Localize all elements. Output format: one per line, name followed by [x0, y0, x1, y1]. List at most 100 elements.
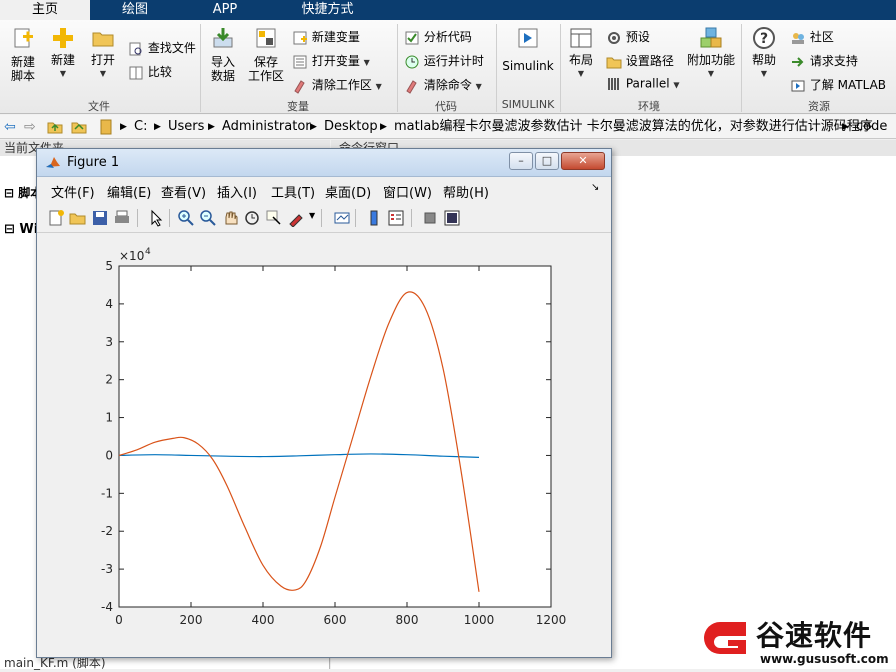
show-plot-tools-icon[interactable] [443, 209, 461, 227]
new-label: 新建 [50, 53, 75, 67]
clear-workspace-label: 清除工作区 [311, 78, 372, 92]
chevron-down-icon: ▼ [375, 82, 382, 91]
community-button[interactable]: 社区 [790, 28, 834, 46]
menu-tools[interactable]: 工具(T) [271, 182, 315, 201]
colorbar-icon[interactable] [365, 209, 383, 227]
chevron-down-icon[interactable]: ▼ [309, 211, 315, 220]
forward-arrow-icon[interactable]: ⇨ [24, 115, 36, 139]
new-script-button[interactable]: 新建 脚本 [6, 26, 40, 83]
pointer-icon[interactable] [147, 209, 165, 227]
parallel-icon [608, 78, 619, 90]
simulink-button[interactable]: Simulink [502, 26, 554, 73]
dock-arrow-icon[interactable]: ↘ [591, 182, 599, 193]
open-button[interactable]: 打开 ▼ [86, 26, 120, 81]
breadcrumb-segment[interactable]: code [856, 115, 887, 139]
new-button[interactable]: 新建 ▼ [46, 26, 80, 81]
figure-titlebar[interactable]: Figure 1 – □ ✕ [37, 149, 611, 177]
compare-label: 比较 [147, 65, 172, 79]
set-path-button[interactable]: 设置路径 [606, 52, 674, 70]
section-environment: 环境 [638, 100, 660, 113]
chevron-right-icon: ▶ [154, 122, 161, 132]
breadcrumb-segment[interactable]: Administrator [222, 115, 311, 139]
breadcrumb-segment[interactable]: Desktop [324, 115, 378, 139]
open-file-icon[interactable] [69, 209, 87, 227]
new-variable-button[interactable]: 新建变量 [292, 28, 360, 46]
link-plot-icon[interactable] [333, 209, 351, 227]
chevron-down-icon: ▼ [363, 58, 370, 67]
compare-button[interactable]: 比较 [128, 63, 172, 81]
zoom-in-icon[interactable] [177, 209, 195, 227]
data-cursor-icon[interactable] [265, 209, 283, 227]
tab-apps[interactable]: APP [180, 0, 270, 20]
zoom-out-icon[interactable] [199, 209, 217, 227]
new-script-icon [14, 28, 33, 48]
tree-node[interactable]: ⊟ Wi [4, 222, 38, 237]
menu-insert[interactable]: 插入(I) [217, 182, 257, 201]
folder-icon [606, 57, 622, 68]
help-button[interactable]: ? 帮助 ▼ [748, 26, 780, 81]
tab-plots[interactable]: 绘图 [90, 0, 180, 20]
back-arrow-icon[interactable]: ⇦ [4, 115, 16, 139]
find-files-button[interactable]: 查找文件 [128, 39, 196, 57]
breadcrumb-segment[interactable]: Users [168, 115, 204, 139]
x-tick-label: 0 [115, 613, 123, 627]
tab-shortcuts[interactable]: 快捷方式 [270, 0, 385, 20]
menu-window[interactable]: 窗口(W) [383, 182, 432, 201]
community-icon [792, 32, 804, 44]
y-tick-label: -3 [101, 562, 113, 576]
legend-icon[interactable] [387, 209, 405, 227]
address-bar: ⇦ ⇨ ▶ C: ▶ Users ▶ Administrator ▶ Deskt… [0, 115, 896, 139]
import-icon [213, 28, 233, 48]
find-files-label: 查找文件 [147, 41, 196, 55]
x-tick-label: 600 [324, 613, 347, 627]
section-file: 文件 [88, 100, 110, 113]
breadcrumb-segment[interactable]: C: [134, 115, 147, 139]
brush-icon[interactable] [287, 209, 305, 227]
save-icon[interactable] [91, 209, 109, 227]
import-data-label: 导入 数据 [210, 55, 235, 83]
tab-home[interactable]: 主页 [0, 0, 90, 20]
gear-icon [608, 31, 620, 44]
figure-window: Figure 1 – □ ✕ 文件(F) 编辑(E) 查看(V) 插入(I) 工… [36, 148, 612, 658]
maximize-button[interactable]: □ [535, 152, 559, 170]
menu-help[interactable]: 帮助(H) [443, 182, 489, 201]
menu-edit[interactable]: 编辑(E) [107, 182, 151, 201]
preferences-button[interactable]: 预设 [606, 28, 650, 46]
y-tick-label: 4 [105, 297, 113, 311]
print-icon[interactable] [113, 209, 131, 227]
menu-file[interactable]: 文件(F) [51, 182, 95, 201]
rotate-3d-icon[interactable] [243, 209, 261, 227]
save-workspace-button[interactable]: 保存 工作区 [246, 26, 286, 83]
addons-button[interactable]: 附加功能 ▼ [686, 26, 736, 81]
parallel-button[interactable]: Parallel ▼ [606, 76, 680, 92]
line-chart[interactable]: 0 200 400 600 800 1000 1200543210-1-2-3-4×10 4 [39, 235, 609, 655]
new-figure-icon[interactable] [47, 209, 65, 227]
minimize-button[interactable]: – [509, 152, 533, 170]
hide-plot-tools-icon[interactable] [421, 209, 439, 227]
menu-view[interactable]: 查看(V) [161, 182, 206, 201]
open-variable-button[interactable]: 打开变量 ▼ [292, 52, 370, 70]
chevron-down-icon: ▼ [673, 80, 680, 90]
layout-button[interactable]: 布局 ▼ [566, 26, 596, 81]
menu-desktop[interactable]: 桌面(D) [325, 182, 371, 201]
simulink-icon [518, 28, 538, 48]
import-data-button[interactable]: 导入 数据 [206, 26, 240, 83]
y-tick-label: 3 [105, 335, 113, 349]
run-and-time-button[interactable]: 运行并计时 [404, 52, 484, 70]
learn-matlab-button[interactable]: 了解 MATLAB [790, 76, 886, 94]
save-workspace-icon [256, 28, 276, 48]
up-folder-icon[interactable] [46, 115, 64, 139]
analyze-code-button[interactable]: 分析代码 [404, 28, 472, 46]
clear-workspace-button[interactable]: 清除工作区 ▼ [292, 76, 382, 94]
browse-folder-icon[interactable] [70, 115, 88, 139]
close-button[interactable]: ✕ [561, 152, 605, 170]
section-simulink: SIMULINK [501, 98, 555, 111]
clear-commands-button[interactable]: 清除命令 ▼ [404, 76, 482, 94]
layout-icon [570, 28, 592, 48]
pan-hand-icon[interactable] [221, 209, 239, 227]
community-label: 社区 [809, 30, 834, 44]
chevron-down-icon: ▼ [760, 69, 768, 78]
request-support-button[interactable]: 请求支持 [790, 52, 858, 70]
breadcrumb-segment[interactable]: matlab编程卡尔曼滤波参数估计 卡尔曼滤波算法的优化，对参数进行估计源码程序 [394, 115, 873, 139]
exponent-power: 4 [145, 247, 151, 257]
